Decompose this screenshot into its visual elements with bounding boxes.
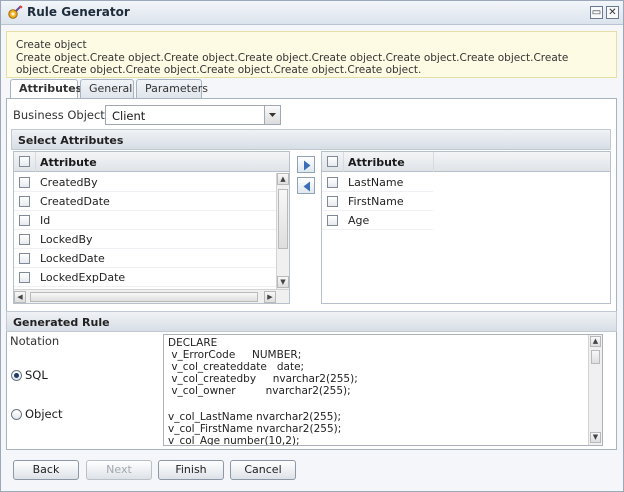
- scroll-up-icon[interactable]: ▲: [277, 173, 289, 185]
- rule-code: DECLARE v_ErrorCode NUMBER; v_col_create…: [164, 335, 588, 445]
- attribute-name: LockedDate: [40, 252, 105, 265]
- tab-parameters[interactable]: Parameters: [136, 79, 208, 98]
- cancel-button[interactable]: Cancel: [230, 460, 296, 480]
- scroll-thumb[interactable]: [278, 189, 288, 249]
- horizontal-scrollbar[interactable]: ◀ ▶: [14, 289, 289, 303]
- business-object-value: Client: [112, 109, 146, 123]
- tab-general[interactable]: General: [80, 79, 134, 98]
- attribute-column-header: Attribute: [40, 156, 97, 169]
- attribute-name: Id: [40, 214, 51, 227]
- list-item[interactable]: Age: [322, 211, 433, 230]
- list-item[interactable]: LockedDate: [14, 249, 276, 268]
- next-button[interactable]: Next: [86, 460, 152, 480]
- scroll-down-icon[interactable]: ▼: [277, 276, 289, 288]
- info-message: Create object Create object.Create objec…: [6, 31, 617, 78]
- sql-radio[interactable]: [11, 370, 22, 381]
- code-line: v_col_owner nvarchar2(255);: [168, 385, 351, 397]
- window-title: Rule Generator: [27, 5, 130, 19]
- column-divider: [433, 152, 434, 172]
- generated-rule-header: Generated Rule: [6, 311, 617, 332]
- dropdown-button[interactable]: [264, 106, 280, 124]
- available-attributes-grid: Attribute CreatedBy CreatedDate Id Locke…: [13, 151, 290, 304]
- back-button[interactable]: Back: [13, 460, 79, 480]
- grid-header: Attribute: [322, 152, 610, 172]
- select-all-checkbox[interactable]: [327, 156, 338, 167]
- row-checkbox[interactable]: [327, 215, 338, 226]
- tab-attributes[interactable]: Attributes: [10, 79, 82, 99]
- row-checkbox[interactable]: [327, 177, 338, 188]
- attribute-name: LockedExpDate: [40, 271, 126, 284]
- horizontal-scroll-thumb[interactable]: [30, 292, 258, 302]
- scroll-thumb[interactable]: [591, 350, 600, 364]
- list-item[interactable]: LockedBy: [14, 230, 276, 249]
- remove-attribute-button[interactable]: [297, 177, 315, 194]
- attribute-name: LastName: [348, 176, 404, 189]
- list-item[interactable]: CreatedDate: [14, 192, 276, 211]
- row-checkbox[interactable]: [19, 177, 30, 188]
- code-line: v_col_createdby nvarchar2(255);: [168, 373, 358, 385]
- available-attributes-list: CreatedBy CreatedDate Id LockedBy Locked…: [14, 173, 276, 289]
- code-line: v_col_FirstName nvarchar2(255);: [168, 423, 342, 435]
- column-divider: [35, 152, 36, 172]
- chevron-down-icon: [269, 113, 276, 117]
- sql-radio-label[interactable]: SQL: [25, 368, 48, 382]
- attribute-name: CreatedDate: [40, 195, 110, 208]
- code-line: v_col_Age number(10,2);: [168, 435, 300, 445]
- attribute-name: Age: [348, 214, 370, 227]
- notation-label: Notation: [10, 334, 60, 348]
- row-checkbox[interactable]: [19, 272, 30, 283]
- scroll-up-icon[interactable]: ▲: [590, 336, 601, 347]
- arrow-right-icon: [304, 160, 311, 171]
- code-line: DECLARE: [168, 337, 218, 349]
- list-item[interactable]: LastName: [322, 173, 433, 192]
- row-checkbox[interactable]: [327, 196, 338, 207]
- attribute-column-header: Attribute: [348, 156, 405, 169]
- list-item[interactable]: FirstName: [322, 192, 433, 211]
- title-bar[interactable]: Rule Generator ▭ ✕: [1, 1, 623, 25]
- scroll-left-icon[interactable]: ◀: [14, 291, 26, 303]
- rule-scrollbar[interactable]: ▲ ▼: [588, 335, 602, 445]
- list-item[interactable]: LockedExpDate: [14, 268, 276, 287]
- row-checkbox[interactable]: [19, 215, 30, 226]
- code-line: v_col_createddate date;: [168, 361, 305, 373]
- select-attributes-header: Select Attributes: [11, 129, 611, 150]
- add-attribute-button[interactable]: [297, 156, 315, 173]
- list-item[interactable]: CreatedBy: [14, 173, 276, 192]
- rule-generator-window: Rule Generator ▭ ✕ Create object Create …: [0, 0, 624, 492]
- finish-button[interactable]: Finish: [158, 460, 224, 480]
- code-line: v_ErrorCode NUMBER;: [168, 349, 302, 361]
- vertical-scrollbar[interactable]: ▲ ▼: [276, 173, 289, 289]
- restore-button[interactable]: ▭: [590, 6, 603, 19]
- scroll-right-icon[interactable]: ▶: [264, 291, 276, 303]
- close-button[interactable]: ✕: [606, 6, 619, 19]
- list-item[interactable]: Id: [14, 211, 276, 230]
- row-checkbox[interactable]: [19, 234, 30, 245]
- selected-attributes-grid: Attribute LastName FirstName Age: [321, 151, 611, 304]
- code-line: v_col_LastName nvarchar2(255);: [168, 411, 342, 423]
- attribute-name: FirstName: [348, 195, 404, 208]
- row-checkbox[interactable]: [19, 253, 30, 264]
- column-divider: [343, 152, 344, 172]
- business-object-label: Business Object:: [13, 108, 109, 122]
- arrow-left-icon: [303, 181, 310, 192]
- select-all-checkbox[interactable]: [19, 156, 30, 167]
- row-checkbox[interactable]: [19, 196, 30, 207]
- business-object-select[interactable]: Client: [105, 105, 281, 125]
- scroll-down-icon[interactable]: ▼: [590, 432, 601, 443]
- object-radio[interactable]: [11, 409, 22, 420]
- grid-header: Attribute: [14, 152, 289, 172]
- attribute-name: LockedBy: [40, 233, 93, 246]
- generated-rule-textarea[interactable]: DECLARE v_ErrorCode NUMBER; v_col_create…: [163, 334, 603, 446]
- attribute-name: CreatedBy: [40, 176, 98, 189]
- object-radio-label[interactable]: Object: [25, 407, 62, 421]
- gear-wand-icon: [8, 5, 23, 19]
